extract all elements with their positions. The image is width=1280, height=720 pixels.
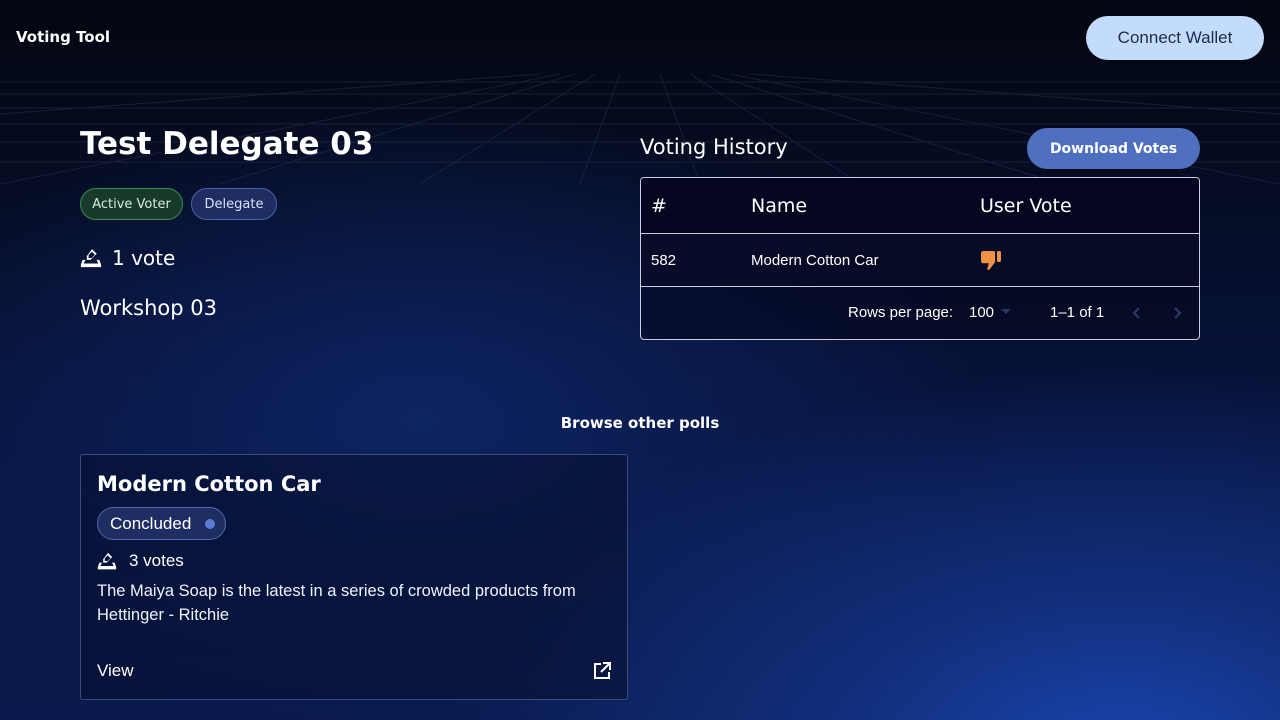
active-voter-chip: Active Voter bbox=[80, 188, 183, 220]
vote-count: 1 vote bbox=[80, 245, 175, 271]
status-text: Concluded bbox=[110, 513, 192, 533]
ballot-box-icon bbox=[97, 552, 117, 570]
poll-card[interactable]: Modern Cotton Car Concluded 3 votes The … bbox=[80, 454, 628, 700]
poll-title: Modern Cotton Car bbox=[97, 472, 321, 496]
chevron-down-icon[interactable] bbox=[1001, 309, 1011, 314]
voting-history-table: # Name User Vote 582 Modern Cotton Car R… bbox=[640, 177, 1200, 340]
column-header-user-vote[interactable]: User Vote bbox=[980, 195, 1072, 217]
rows-per-page-label: Rows per page: bbox=[848, 304, 954, 321]
thumbs-down-icon bbox=[980, 249, 1004, 275]
row-id: 582 bbox=[651, 252, 677, 269]
vote-count-text: 1 vote bbox=[112, 246, 176, 270]
table-pagination: Rows per page: 100 1–1 of 1 bbox=[641, 287, 1199, 339]
download-votes-button[interactable]: Download Votes bbox=[1027, 128, 1200, 169]
connect-wallet-button[interactable]: Connect Wallet bbox=[1086, 16, 1264, 60]
previous-page-button[interactable] bbox=[1125, 301, 1149, 325]
column-header-number[interactable]: # bbox=[651, 195, 667, 217]
chevron-right-icon bbox=[1174, 307, 1182, 319]
delegate-chip: Delegate bbox=[191, 188, 277, 220]
browse-polls-heading: Browse other polls bbox=[560, 414, 720, 432]
app-title: Voting Tool bbox=[16, 28, 111, 46]
column-header-name[interactable]: Name bbox=[751, 195, 807, 217]
poll-vote-count-text: 3 votes bbox=[129, 551, 184, 570]
rows-per-page-select[interactable]: 100 bbox=[969, 304, 994, 321]
workshop-label: Workshop 03 bbox=[80, 296, 218, 320]
open-in-new-icon[interactable] bbox=[592, 661, 612, 681]
table-header: # Name User Vote bbox=[641, 178, 1199, 234]
view-poll-link[interactable]: View bbox=[97, 661, 134, 681]
next-page-button[interactable] bbox=[1165, 301, 1189, 325]
row-name: Modern Cotton Car bbox=[751, 252, 879, 269]
poll-vote-count: 3 votes bbox=[97, 549, 184, 573]
delegate-name: Test Delegate 03 bbox=[80, 126, 374, 162]
poll-description: The Maiya Soap is the latest in a series… bbox=[97, 582, 576, 624]
status-dot-icon bbox=[205, 518, 216, 529]
chevron-left-icon bbox=[1132, 307, 1140, 319]
voting-history-title: Voting History bbox=[640, 135, 788, 159]
pagination-range: 1–1 of 1 bbox=[1050, 304, 1105, 321]
ballot-box-icon bbox=[80, 249, 102, 268]
status-badge: Concluded bbox=[97, 507, 226, 540]
table-row[interactable]: 582 Modern Cotton Car bbox=[641, 234, 1199, 287]
